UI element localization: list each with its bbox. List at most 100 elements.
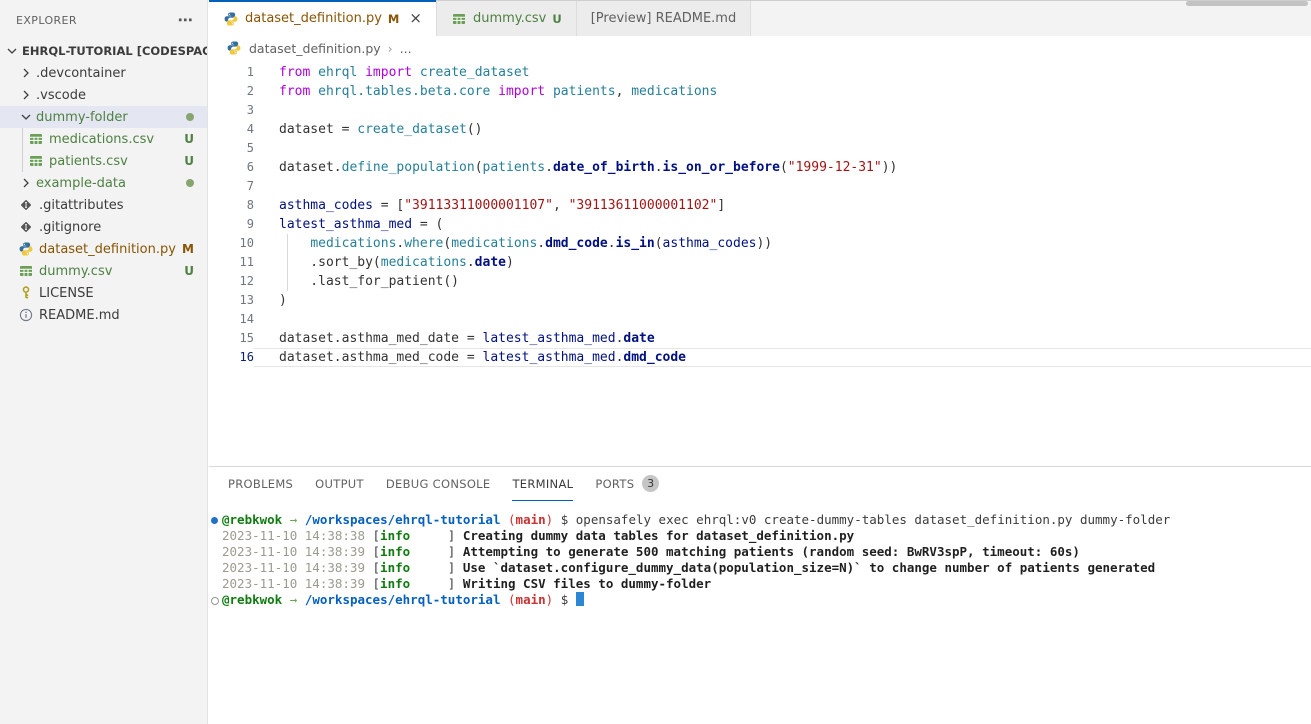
tree-item-medications-csv[interactable]: medications.csv U [0,128,207,150]
code-editor[interactable]: 1from ehrql import create_dataset2from e… [209,60,1311,466]
line-number: 2 [209,82,254,101]
tree-item-label: EHRQL-TUTORIAL [CODESPACES:... [22,44,207,58]
tree-item-label: .gitignore [39,220,101,235]
code-line-3[interactable]: 3 [209,101,1311,120]
panel-tab-output[interactable]: OUTPUT [315,467,364,501]
more-actions-icon[interactable]: ⋯ [178,11,193,29]
code-line-14[interactable]: 14 [209,310,1311,329]
terminal-line-6: @rebkwok → /workspaces/ehrql-tutorial (m… [209,592,1311,608]
code-text: .sort_by(medications.date) [254,253,1311,272]
tree-item-license[interactable]: LICENSE [0,282,207,304]
code-text: latest_asthma_med = ( [254,215,1311,234]
chevron-down-icon [4,43,20,59]
code-line-13[interactable]: 13) [209,291,1311,310]
tree-item-vscode[interactable]: .vscode [0,84,207,106]
panel-tab-terminal[interactable]: TERMINAL [512,467,573,501]
git-status-badge: M [388,12,399,26]
info-file-icon [18,307,34,323]
panel-tab-ports[interactable]: PORTS3 [595,467,659,501]
tree-item-dummy-folder[interactable]: dummy-folder [0,106,207,128]
code-text [254,101,1311,120]
bottom-panel: PROBLEMS OUTPUT DEBUG CONSOLE TERMINAL PORTS… [209,466,1311,724]
code-line-2[interactable]: 2from ehrql.tables.beta.core import pati… [209,82,1311,101]
code-line-1[interactable]: 1from ehrql import create_dataset [209,63,1311,82]
chevron-right-icon [18,65,34,81]
code-text: from ehrql.tables.beta.core import patie… [254,82,1311,101]
tree-item-dummy-csv[interactable]: dummy.csvU [0,260,207,282]
line-number: 10 [209,234,254,253]
code-lines: 1from ehrql import create_dataset2from e… [209,63,1311,367]
panel-tab-label: PROBLEMS [228,477,293,491]
tree-item-gitignore[interactable]: .gitignore [0,216,207,238]
tree-item-label: example-data [36,176,126,191]
command-success-dot-icon [211,517,218,524]
code-line-4[interactable]: 4dataset = create_dataset() [209,120,1311,139]
terminal-line-4: 2023-11-10 14:38:39 [info ] Use `dataset… [209,560,1311,576]
file-tree: EHRQL-TUTORIAL [CODESPACES:... .devcontai… [0,40,207,326]
modified-dot-badge [186,179,194,187]
terminal[interactable]: @rebkwok → /workspaces/ehrql-tutorial (m… [209,501,1311,724]
tree-item-label: dummy-folder [36,110,128,125]
code-text [254,177,1311,196]
git-status-badge: U [184,264,194,278]
editor-area: dataset_definition.py M × dummy.csvU[Previe… [209,0,1311,724]
code-text: .last_for_patient() [254,272,1311,291]
tabbar-scrollbar[interactable] [1186,1,1308,6]
code-line-12[interactable]: 12 .last_for_patient() [209,272,1311,291]
code-line-16[interactable]: 16dataset.asthma_med_code = latest_asthm… [209,348,1311,367]
line-number: 16 [209,348,254,367]
tree-item-label: dataset_definition.py [39,242,176,257]
panel-tab-debug-console[interactable]: DEBUG CONSOLE [386,467,491,501]
tab-preview-readme-md[interactable]: [Preview] README.md [577,1,752,36]
git-file-icon [18,197,34,213]
tree-item-label: .gitattributes [39,198,124,213]
tree-item-ehrql-tutorial-codespaces[interactable]: EHRQL-TUTORIAL [CODESPACES:... [0,40,207,62]
tree-item-label: medications.csv [49,132,154,147]
code-line-10[interactable]: 10 medications.where(medications.dmd_cod… [209,234,1311,253]
close-icon[interactable]: × [409,11,422,26]
code-line-15[interactable]: 15dataset.asthma_med_date = latest_asthm… [209,329,1311,348]
terminal-line-2: 2023-11-10 14:38:38 [info ] Creating dum… [209,528,1311,544]
tab-dataset-definition-py[interactable]: dataset_definition.py M × [209,1,437,36]
tree-item-readme-md[interactable]: README.md [0,304,207,326]
panel-tab-bar: PROBLEMS OUTPUT DEBUG CONSOLE TERMINAL PORTS… [209,467,1311,501]
tree-item-dataset-definition-py[interactable]: dataset_definition.py M [0,238,207,260]
tree-item-gitattributes[interactable]: .gitattributes [0,194,207,216]
line-number: 11 [209,253,254,272]
breadcrumb-symbol[interactable]: ... [400,41,412,56]
git-file-icon [18,219,34,235]
code-line-5[interactable]: 5 [209,139,1311,158]
breadcrumb-file[interactable]: dataset_definition.py [249,41,381,56]
line-number: 15 [209,329,254,348]
csv-file-icon [28,153,44,169]
code-text [254,139,1311,158]
python-file-icon [18,241,34,257]
code-line-8[interactable]: 8asthma_codes = ["39113311000001107", "3… [209,196,1311,215]
breadcrumb-separator-icon: › [388,41,393,56]
line-number: 1 [209,63,254,82]
tree-indent-guide [22,128,23,150]
code-line-11[interactable]: 11 .sort_by(medications.date) [209,253,1311,272]
tree-item-patients-csv[interactable]: patients.csvU [0,150,207,172]
code-line-6[interactable]: 6dataset.define_population(patients.date… [209,158,1311,177]
terminal-cursor [576,592,584,606]
terminal-line-1: @rebkwok → /workspaces/ehrql-tutorial (m… [209,512,1311,528]
line-number: 5 [209,139,254,158]
tab-label: dataset_definition.py [245,11,382,26]
editor-indent-guide [287,234,288,291]
git-status-badge: U [184,132,194,146]
code-text: asthma_codes = ["39113311000001107", "39… [254,196,1311,215]
tree-item-example-data[interactable]: example-data [0,172,207,194]
code-text: dataset.asthma_med_code = latest_asthma_… [254,348,1311,367]
panel-tab-label: OUTPUT [315,477,364,491]
line-number: 9 [209,215,254,234]
code-text: dataset.define_population(patients.date_… [254,158,1311,177]
python-file-icon [223,11,239,27]
code-text: dataset.asthma_med_date = latest_asthma_… [254,329,1311,348]
tree-item-devcontainer[interactable]: .devcontainer [0,62,207,84]
panel-tab-problems[interactable]: PROBLEMS [228,467,293,501]
tab-dummy-csv[interactable]: dummy.csvU [437,1,577,36]
code-line-9[interactable]: 9latest_asthma_med = ( [209,215,1311,234]
code-line-7[interactable]: 7 [209,177,1311,196]
git-status-badge: M [182,242,194,256]
